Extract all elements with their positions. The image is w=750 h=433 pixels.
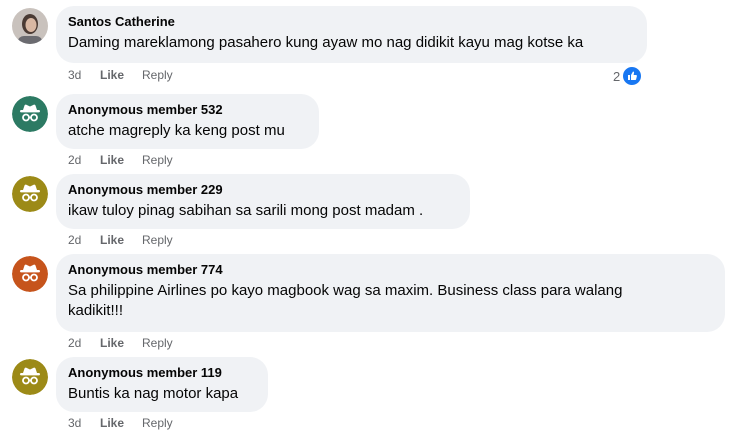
comment-bubble: Santos Catherine Daming mareklamong pasa… bbox=[56, 6, 647, 63]
like-button[interactable]: Like bbox=[100, 335, 142, 351]
comment-text: Daming mareklamong pasahero kung ayaw mo… bbox=[68, 34, 584, 51]
reaction-count: 2 bbox=[613, 68, 621, 84]
reply-button[interactable]: Reply bbox=[142, 232, 173, 248]
comment-actions: 2d Like Reply bbox=[68, 232, 173, 248]
comment-text: Sa philippine Airlines po kayo magbook w… bbox=[68, 282, 623, 319]
avatar[interactable] bbox=[12, 256, 48, 292]
comment-actions: 3d Like Reply bbox=[68, 415, 173, 431]
anonymous-icon bbox=[12, 256, 48, 292]
avatar[interactable] bbox=[12, 8, 48, 44]
comment-time[interactable]: 3d bbox=[68, 415, 100, 431]
comment-author[interactable]: Santos Catherine bbox=[68, 14, 635, 30]
comment-bubble: Anonymous member 774 Sa philippine Airli… bbox=[56, 254, 725, 332]
comment-author[interactable]: Anonymous member 774 bbox=[68, 262, 713, 278]
comment-actions: 2d Like Reply bbox=[68, 152, 173, 168]
reply-button[interactable]: Reply bbox=[142, 67, 173, 83]
anonymous-icon bbox=[12, 359, 48, 395]
comment-author[interactable]: Anonymous member 229 bbox=[68, 182, 458, 198]
avatar[interactable] bbox=[12, 176, 48, 212]
avatar[interactable] bbox=[12, 359, 48, 395]
profile-photo-icon bbox=[12, 8, 48, 44]
comment-text: Buntis ka nag motor kapa bbox=[68, 385, 239, 402]
reply-button[interactable]: Reply bbox=[142, 415, 173, 431]
comment-time[interactable]: 2d bbox=[68, 335, 100, 351]
comment-author[interactable]: Anonymous member 532 bbox=[68, 102, 307, 118]
like-button[interactable]: Like bbox=[100, 415, 142, 431]
anonymous-icon bbox=[12, 96, 48, 132]
anonymous-icon bbox=[12, 176, 48, 212]
avatar[interactable] bbox=[12, 96, 48, 132]
reply-button[interactable]: Reply bbox=[142, 335, 173, 351]
comment-author[interactable]: Anonymous member 119 bbox=[68, 365, 256, 381]
comment-bubble: Anonymous member 532 atche magreply ka k… bbox=[56, 94, 319, 149]
comment-bubble: Anonymous member 229 ikaw tuloy pinag sa… bbox=[56, 174, 470, 229]
reaction-summary[interactable]: 2 bbox=[613, 66, 643, 86]
comment-time[interactable]: 2d bbox=[68, 232, 100, 248]
comment-actions: 2d Like Reply bbox=[68, 335, 173, 351]
thumbs-up-icon bbox=[622, 66, 643, 86]
comment-time[interactable]: 3d bbox=[68, 67, 100, 83]
comment-time[interactable]: 2d bbox=[68, 152, 100, 168]
like-button[interactable]: Like bbox=[100, 67, 142, 83]
comment-text: atche magreply ka keng post mu bbox=[68, 122, 285, 139]
like-button[interactable]: Like bbox=[100, 232, 142, 248]
reply-button[interactable]: Reply bbox=[142, 152, 173, 168]
comment-actions: 3d Like Reply bbox=[68, 67, 173, 83]
comment-text: ikaw tuloy pinag sabihan sa sarili mong … bbox=[68, 202, 424, 219]
comment-bubble: Anonymous member 119 Buntis ka nag motor… bbox=[56, 357, 268, 412]
like-button[interactable]: Like bbox=[100, 152, 142, 168]
